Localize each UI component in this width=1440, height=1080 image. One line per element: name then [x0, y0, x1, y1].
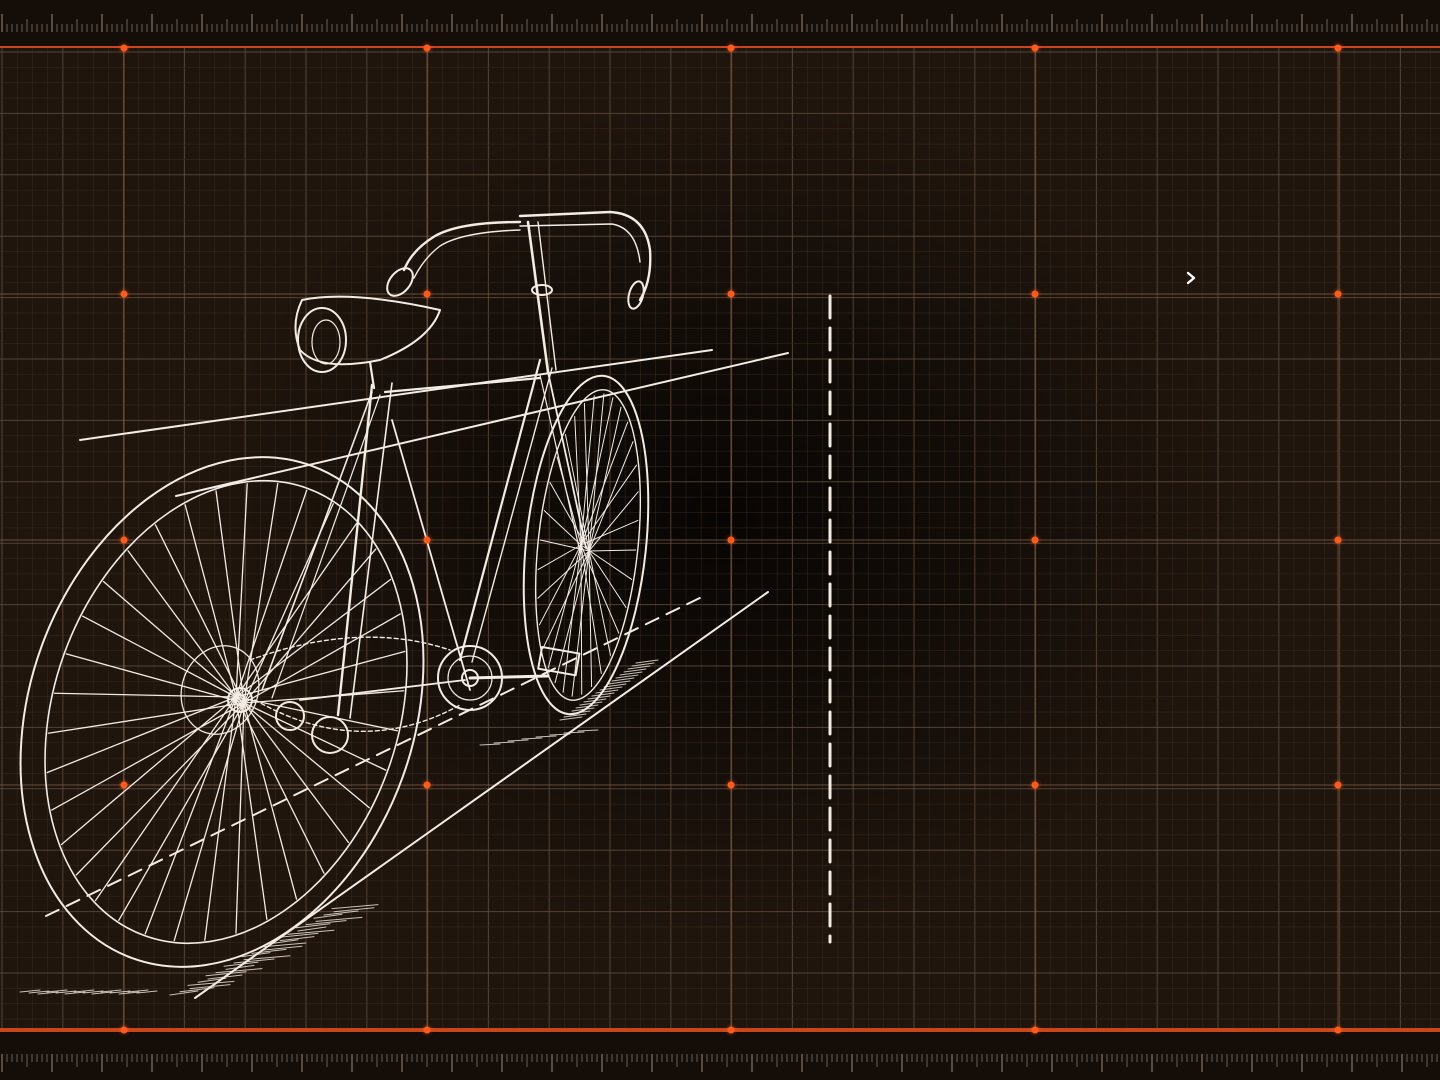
guide-line-lower: [175, 352, 789, 497]
grid-marker: [727, 781, 735, 789]
hatch-stroke: [297, 926, 327, 932]
handlebar-left-inner: [413, 229, 521, 279]
saddle: [294, 295, 441, 366]
bicycle-wireframe: [19, 210, 832, 999]
spoke: [588, 549, 637, 552]
grid-marker: [120, 781, 128, 789]
grid-marker: [120, 536, 128, 544]
grid-marker: [423, 781, 431, 789]
spoke: [580, 421, 629, 546]
grid-marker: [120, 1026, 128, 1034]
grid-marker: [423, 290, 431, 298]
hatch-stroke: [591, 692, 615, 697]
hatch-stroke: [507, 739, 529, 742]
spoke: [51, 702, 245, 811]
hatch-stroke: [627, 665, 651, 670]
hatch-stroke: [611, 677, 635, 682]
blueprint-canvas[interactable]: [0, 48, 1440, 1030]
grid-marker: [727, 1026, 735, 1034]
grid-marker: [727, 536, 735, 544]
hatch-stroke: [607, 680, 631, 685]
hatch-stroke: [577, 729, 599, 732]
grid-marker: [1334, 44, 1342, 52]
spoke: [243, 702, 350, 844]
hatch-stroke: [535, 735, 557, 738]
spoke: [554, 550, 590, 684]
grid-marker: [727, 44, 735, 52]
grid-marker: [1031, 536, 1039, 544]
top-ruler: [0, 0, 1440, 48]
handlebar-end-left: [386, 267, 414, 297]
hatch-stroke: [631, 662, 655, 667]
saddle-rear-coil-inner: [311, 319, 341, 365]
spoke: [588, 491, 639, 552]
hatch-stroke: [635, 659, 659, 664]
spoke: [235, 522, 358, 698]
hatch-stroke: [615, 674, 639, 679]
grid-marker: [120, 44, 128, 52]
hatch-stroke: [595, 689, 619, 694]
grid-marker: [120, 290, 128, 298]
guide-line-upper: [79, 349, 713, 441]
grid-marker: [423, 1026, 431, 1034]
spoke: [542, 550, 590, 649]
grid-marker: [1031, 781, 1039, 789]
spoke: [235, 483, 248, 698]
grid-marker: [1334, 781, 1342, 789]
down-tube-left: [391, 419, 471, 691]
grid-marker: [1031, 290, 1039, 298]
grid-marker: [1334, 1026, 1342, 1034]
steerer: [526, 220, 550, 374]
hatch-stroke: [623, 668, 647, 673]
handlebar-right-inner: [519, 223, 641, 263]
bottom-ruler-ticks: [1, 1054, 1438, 1072]
spoke: [588, 441, 634, 552]
chevron-right-icon[interactable]: [1184, 270, 1198, 286]
top-tube: [383, 376, 542, 394]
down-tube-outline: [471, 367, 553, 663]
grid-marker: [727, 290, 735, 298]
handlebar-end-right: [627, 280, 645, 310]
hatch-stroke: [479, 743, 501, 746]
headset: [531, 284, 553, 296]
handlebar-left: [402, 220, 522, 272]
hatch-stroke: [599, 686, 623, 691]
hatch-stroke: [619, 671, 643, 676]
grid-marker: [1031, 44, 1039, 52]
hatch-stroke: [521, 737, 543, 740]
spoke: [102, 580, 245, 704]
top-ruler-ticks: [1, 14, 1438, 32]
grid-marker: [423, 44, 431, 52]
spoke: [235, 702, 245, 934]
grid-marker: [423, 536, 431, 544]
grid-marker: [1334, 290, 1342, 298]
crank-arm: [468, 674, 550, 680]
hatch-stroke: [563, 731, 585, 734]
grid-marker: [1031, 1026, 1039, 1034]
rear-derailleur-pulley: [275, 701, 305, 731]
hatch-stroke: [493, 741, 515, 744]
hatch-stroke: [559, 716, 583, 721]
grid-marker: [1334, 536, 1342, 544]
spoke: [82, 615, 237, 698]
bottom-ruler: [0, 1032, 1440, 1080]
down-tube: [458, 358, 542, 662]
rear-cog: [311, 716, 349, 754]
seat-stay-outline: [271, 394, 381, 699]
spoke: [215, 490, 245, 704]
spoke: [588, 550, 593, 688]
ground-dashed-line: [45, 594, 707, 917]
steerer-outline: [537, 221, 557, 371]
